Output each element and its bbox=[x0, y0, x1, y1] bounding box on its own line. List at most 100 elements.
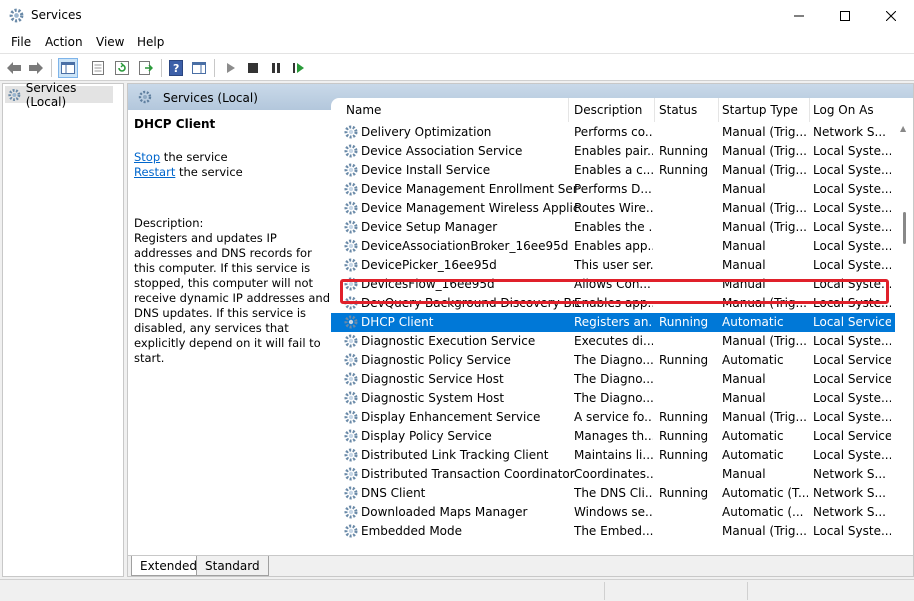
service-row[interactable]: Diagnostic Service Host The Diagno... Manu… bbox=[331, 370, 895, 389]
service-log-on-as: Local Syste... bbox=[813, 410, 891, 424]
show-hide-console-tree-button[interactable] bbox=[58, 58, 78, 78]
status-segment bbox=[747, 582, 748, 600]
service-name: Downloaded Maps Manager bbox=[361, 505, 528, 519]
service-description: Routes Wire... bbox=[574, 201, 653, 215]
scrollbar-thumb[interactable] bbox=[903, 212, 906, 244]
column-name[interactable]: ⌃ Name bbox=[343, 98, 569, 122]
service-gear-icon bbox=[344, 486, 358, 500]
menu-action[interactable]: Action bbox=[45, 35, 83, 49]
service-name: Delivery Optimization bbox=[361, 125, 492, 139]
properties-button[interactable] bbox=[88, 58, 108, 78]
service-startup-type: Automatic (T... bbox=[722, 486, 808, 500]
service-description: Executes di... bbox=[574, 334, 653, 348]
service-gear-icon bbox=[344, 144, 358, 158]
restart-service-link[interactable]: Restart bbox=[134, 165, 175, 179]
tree-item-services-local[interactable]: Services (Local) bbox=[5, 81, 113, 109]
service-description: Maintains li... bbox=[574, 448, 653, 462]
start-service-button[interactable] bbox=[221, 58, 241, 78]
close-button[interactable] bbox=[868, 0, 914, 31]
service-startup-type: Manual (Trig... bbox=[722, 410, 807, 424]
service-startup-type: Manual bbox=[722, 239, 766, 253]
stop-service-link[interactable]: Stop bbox=[134, 150, 160, 164]
forward-button[interactable] bbox=[26, 58, 46, 78]
service-row[interactable]: Device Management Wireless Applic... Rout… bbox=[331, 199, 895, 218]
column-startup-type-label: Startup Type bbox=[722, 103, 798, 117]
services-gear-icon bbox=[9, 8, 24, 23]
export-list-button[interactable] bbox=[136, 58, 156, 78]
export-icon bbox=[139, 61, 153, 75]
service-row[interactable]: DeviceAssociationBroker_16ee95d Enables a… bbox=[331, 237, 895, 256]
service-gear-icon bbox=[344, 505, 358, 519]
service-status: Running bbox=[659, 429, 709, 443]
minimize-button[interactable] bbox=[776, 0, 822, 31]
service-row[interactable]: Diagnostic Execution Service Executes di.… bbox=[331, 332, 895, 351]
tab-extended[interactable]: Extended bbox=[131, 556, 206, 576]
service-row[interactable]: DNS Client The DNS Cli... Running Automatic… bbox=[331, 484, 895, 503]
menu-file[interactable]: File bbox=[11, 35, 31, 49]
service-status: Running bbox=[659, 353, 709, 367]
restart-action-text: the service bbox=[175, 165, 243, 179]
menu-bar: File Action View Help bbox=[0, 31, 914, 53]
service-gear-icon bbox=[344, 372, 358, 386]
refresh-button[interactable] bbox=[112, 58, 132, 78]
column-status[interactable]: Status bbox=[656, 98, 719, 122]
service-row[interactable]: Device Management Enrollment Serv... Perf… bbox=[331, 180, 895, 199]
service-row[interactable]: Distributed Link Tracking Client Maintain… bbox=[331, 446, 895, 465]
back-arrow-icon bbox=[7, 62, 21, 74]
console-tree: Services (Local) bbox=[2, 81, 124, 577]
stop-action: Stop the service bbox=[134, 150, 228, 164]
vertical-scrollbar[interactable]: ▲ bbox=[895, 122, 913, 555]
service-row[interactable]: Distributed Transaction Coordinator Coord… bbox=[331, 465, 895, 484]
pause-service-button[interactable] bbox=[266, 58, 286, 78]
back-button[interactable] bbox=[4, 58, 24, 78]
pane-title: Services (Local) bbox=[163, 91, 258, 105]
service-row[interactable]: Embedded Mode The Embed... Manual (Trig...… bbox=[331, 522, 895, 541]
action-pane-button[interactable] bbox=[189, 58, 209, 78]
window-title: Services bbox=[31, 8, 82, 22]
stop-action-text: the service bbox=[160, 150, 228, 164]
service-row[interactable]: DHCP Client Registers an... Running Automat… bbox=[331, 313, 895, 332]
service-gear-icon bbox=[344, 182, 358, 196]
column-startup-type[interactable]: Startup Type bbox=[719, 98, 810, 122]
service-row[interactable]: DevQuery Background Discovery Bro... Enab… bbox=[331, 294, 895, 313]
service-description: Performs D... bbox=[574, 182, 652, 196]
service-startup-type: Manual (Trig... bbox=[722, 163, 807, 177]
tab-standard[interactable]: Standard bbox=[196, 556, 269, 576]
service-row[interactable]: Diagnostic Policy Service The Diagno... Ru… bbox=[331, 351, 895, 370]
column-status-label: Status bbox=[659, 103, 698, 117]
service-description: The Embed... bbox=[574, 524, 653, 538]
service-gear-icon bbox=[344, 220, 358, 234]
service-description: Enables app... bbox=[574, 296, 653, 310]
stop-service-button[interactable] bbox=[243, 58, 263, 78]
service-row[interactable]: Device Install Service Enables a c... Runn… bbox=[331, 161, 895, 180]
search-icon bbox=[138, 90, 152, 104]
refresh-icon bbox=[115, 61, 129, 75]
menu-view[interactable]: View bbox=[96, 35, 124, 49]
service-row[interactable]: DevicesFlow_16ee95d Allows Con... Manual Lo… bbox=[331, 275, 895, 294]
service-row[interactable]: Device Setup Manager Enables the ... Manua… bbox=[331, 218, 895, 237]
service-log-on-as: Local Syste... bbox=[813, 258, 891, 272]
service-row[interactable]: DevicePicker_16ee95d This user ser... Manu… bbox=[331, 256, 895, 275]
column-description[interactable]: Description bbox=[571, 98, 655, 122]
help-button[interactable]: ? bbox=[166, 58, 186, 78]
service-row[interactable]: Device Association Service Enables pair..… bbox=[331, 142, 895, 161]
service-row[interactable]: Display Policy Service Manages th... Runni… bbox=[331, 427, 895, 446]
status-segment bbox=[604, 582, 605, 600]
column-log-on-as[interactable]: Log On As bbox=[810, 98, 892, 122]
service-gear-icon bbox=[344, 277, 358, 291]
action-pane-icon bbox=[192, 62, 206, 74]
service-row[interactable]: Display Enhancement Service A service fo.… bbox=[331, 408, 895, 427]
service-row[interactable]: Diagnostic System Host The Diagno... Manua… bbox=[331, 389, 895, 408]
service-name: Diagnostic Service Host bbox=[361, 372, 504, 386]
service-description: The Diagno... bbox=[574, 391, 653, 405]
service-log-on-as: Local Syste... bbox=[813, 201, 891, 215]
restart-service-button[interactable] bbox=[289, 58, 309, 78]
stop-icon bbox=[248, 63, 258, 73]
service-description: Enables app... bbox=[574, 239, 653, 253]
service-row[interactable]: Delivery Optimization Performs co... Manua… bbox=[331, 123, 895, 142]
menu-help[interactable]: Help bbox=[137, 35, 164, 49]
service-name: DevQuery Background Discovery Bro... bbox=[361, 296, 579, 310]
scroll-up-icon[interactable]: ▲ bbox=[900, 124, 906, 133]
service-row[interactable]: Downloaded Maps Manager Windows se... Auto… bbox=[331, 503, 895, 522]
maximize-button[interactable] bbox=[822, 0, 868, 31]
